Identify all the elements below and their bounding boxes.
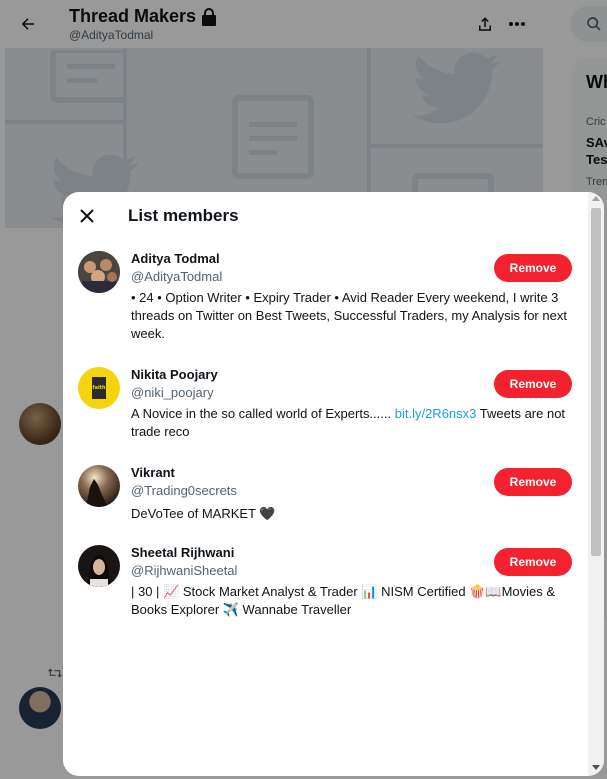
member-row[interactable]: Vikrant @Trading0secrets DeVoTee of MARK… [63,465,588,525]
remove-button[interactable]: Remove [494,468,572,496]
member-name[interactable]: Vikrant [131,465,175,480]
member-handle[interactable]: @RijhwaniSheetal [131,563,237,578]
member-bio: | 30 | 📈 Stock Market Analyst & Trader 📊… [131,584,556,617]
avatar[interactable] [78,545,120,587]
group-photo-avatar [78,251,120,293]
member-handle[interactable]: @AdityaTodmal [131,269,222,284]
silhouette-avatar [78,465,120,507]
dialog-title: List members [128,206,239,225]
book-cover-text: faith [92,385,106,391]
member-name[interactable]: Aditya Todmal [131,251,220,266]
member-handle[interactable]: @niki_poojary [131,385,214,400]
member-bio: A Novice in the so called world of Exper… [131,405,575,441]
close-icon [80,209,94,223]
member-row[interactable]: Aditya Todmal @AdityaTodmal • 24 • Optio… [63,251,588,347]
member-row[interactable]: faith Nikita Poojary @niki_poojary A Nov… [63,367,588,443]
avatar[interactable] [78,251,120,293]
member-row[interactable]: Sheetal Rijhwani @RijhwaniSheetal | 30 |… [63,545,588,621]
scroll-down-arrow-icon[interactable] [592,765,600,770]
list-members-dialog: List members Aditya Todmal @AdityaTodmal… [63,192,604,776]
member-handle[interactable]: @Trading0secrets [131,483,237,498]
avatar[interactable]: faith [78,367,120,409]
portrait-avatar [78,545,120,587]
close-button[interactable] [73,202,101,230]
bio-link[interactable]: bit.ly/2R6nsx3 [395,406,477,421]
avatar[interactable] [78,465,120,507]
remove-button[interactable]: Remove [494,254,572,282]
book-cover: faith [92,377,106,399]
remove-button[interactable]: Remove [494,370,572,398]
scrollbar[interactable] [588,192,604,776]
dialog-header: List members [63,192,604,240]
member-name[interactable]: Sheetal Rijhwani [131,545,234,560]
scroll-up-arrow-icon[interactable] [592,196,600,201]
member-name[interactable]: Nikita Poojary [131,367,218,382]
remove-button[interactable]: Remove [494,548,572,576]
member-bio: • 24 • Option Writer • Expiry Trader • A… [131,290,567,341]
member-bio: DeVoTee of MARKET 🖤 [131,506,276,521]
member-bio-text: A Novice in the so called world of Exper… [131,406,395,421]
scrollbar-thumb[interactable] [591,208,601,556]
